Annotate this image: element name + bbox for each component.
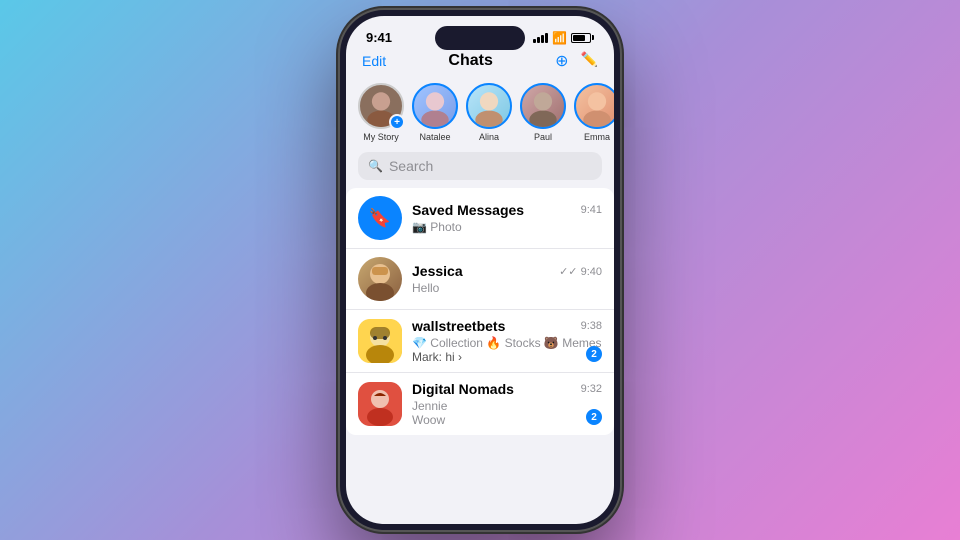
story-add-button[interactable]: + bbox=[389, 114, 405, 130]
chat-avatar-saved: 🔖 bbox=[358, 196, 402, 240]
chat-header-digital-nomads: Digital Nomads 9:32 bbox=[412, 381, 602, 397]
page-title: Chats bbox=[448, 52, 492, 70]
story-label-natalee: Natalee bbox=[419, 132, 450, 142]
edit-button[interactable]: Edit bbox=[362, 53, 386, 69]
chat-avatar-digital-nomads bbox=[358, 382, 402, 426]
dynamic-island bbox=[435, 26, 525, 50]
chat-preview-wallstreetbets-line1: 💎 Collection 🔥 Stocks 🐻 Memes... bbox=[412, 336, 602, 350]
chat-preview-digital-nomads-line2: Woow bbox=[412, 413, 602, 427]
chat-preview-jessica: Hello bbox=[412, 281, 602, 295]
chat-time-jessica: ✓✓ 9:40 bbox=[559, 265, 602, 278]
chat-preview-wallstreetbets-line2: Mark: hi › bbox=[412, 350, 602, 364]
story-item-paul[interactable]: Paul bbox=[520, 83, 566, 142]
story-avatar-natalee bbox=[412, 83, 458, 129]
story-avatar-wrap-paul bbox=[520, 83, 566, 129]
story-avatar-wrap-alina bbox=[466, 83, 512, 129]
chat-list: 🔖 Saved Messages 9:41 📷 Photo bbox=[346, 188, 614, 435]
chat-item-saved-messages[interactable]: 🔖 Saved Messages 9:41 📷 Photo bbox=[346, 188, 614, 249]
chat-header-wallstreetbets: wallstreetbets 9:38 bbox=[412, 318, 602, 334]
story-avatar-alina bbox=[466, 83, 512, 129]
chat-avatar-wallstreetbets bbox=[358, 319, 402, 363]
chat-content-wallstreetbets: wallstreetbets 9:38 💎 Collection 🔥 Stock… bbox=[412, 318, 602, 364]
battery-icon bbox=[571, 33, 594, 43]
phone-screen: 9:41 📶 Edit Chats bbox=[346, 16, 614, 524]
status-icons: 📶 bbox=[533, 31, 594, 45]
story-label-my-story: My Story bbox=[363, 132, 399, 142]
story-item-alina[interactable]: Alina bbox=[466, 83, 512, 142]
chat-name-saved: Saved Messages bbox=[412, 202, 524, 218]
chat-preview-saved: 📷 Photo bbox=[412, 220, 602, 234]
add-chat-icon[interactable]: ⊕ bbox=[555, 51, 568, 71]
wifi-icon: 📶 bbox=[552, 31, 567, 45]
story-label-emma: Emma bbox=[584, 132, 610, 142]
chat-item-jessica[interactable]: Jessica ✓✓ 9:40 Hello bbox=[346, 249, 614, 310]
story-avatar-paul bbox=[520, 83, 566, 129]
chat-content-saved: Saved Messages 9:41 📷 Photo bbox=[412, 202, 602, 234]
story-avatar-wrap-emma bbox=[574, 83, 614, 129]
chat-time-wallstreetbets: 9:38 bbox=[581, 320, 602, 332]
chat-header-jessica: Jessica ✓✓ 9:40 bbox=[412, 263, 602, 279]
chat-avatar-jessica bbox=[358, 257, 402, 301]
story-avatar-wrap-my-story: + bbox=[358, 83, 404, 129]
chat-name-wallstreetbets: wallstreetbets bbox=[412, 318, 505, 334]
story-label-paul: Paul bbox=[534, 132, 552, 142]
story-item-natalee[interactable]: Natalee bbox=[412, 83, 458, 142]
nav-bar: Edit Chats ⊕ ✏️ bbox=[346, 49, 614, 77]
chat-time-saved: 9:41 bbox=[581, 204, 602, 216]
compose-icon[interactable]: ✏️ bbox=[581, 51, 598, 71]
story-avatar-wrap-natalee bbox=[412, 83, 458, 129]
phone-frame: 9:41 📶 Edit Chats bbox=[340, 10, 620, 530]
signal-icon bbox=[533, 33, 548, 43]
search-placeholder: Search bbox=[389, 158, 433, 174]
story-item-my-story[interactable]: + My Story bbox=[358, 83, 404, 142]
badge-digital-nomads: 2 bbox=[586, 409, 602, 425]
status-time: 9:41 bbox=[366, 30, 392, 45]
story-label-alina: Alina bbox=[479, 132, 499, 142]
chat-name-digital-nomads: Digital Nomads bbox=[412, 381, 514, 397]
chat-name-jessica: Jessica bbox=[412, 263, 463, 279]
chat-content-jessica: Jessica ✓✓ 9:40 Hello bbox=[412, 263, 602, 295]
search-icon: 🔍 bbox=[368, 159, 383, 173]
chat-header-saved: Saved Messages 9:41 bbox=[412, 202, 602, 218]
phone-wrapper: 9:41 📶 Edit Chats bbox=[340, 10, 620, 530]
chat-preview-digital-nomads-line1: Jennie bbox=[412, 399, 602, 413]
badge-wallstreetbets: 2 bbox=[586, 346, 602, 362]
story-avatar-emma bbox=[574, 83, 614, 129]
chat-item-wallstreetbets[interactable]: wallstreetbets 9:38 💎 Collection 🔥 Stock… bbox=[346, 310, 614, 373]
chat-content-digital-nomads: Digital Nomads 9:32 Jennie Woow bbox=[412, 381, 602, 427]
stories-row: + My Story Natalee bbox=[346, 77, 614, 152]
chat-item-digital-nomads[interactable]: Digital Nomads 9:32 Jennie Woow 2 bbox=[346, 373, 614, 435]
nav-actions: ⊕ ✏️ bbox=[555, 51, 598, 71]
story-item-emma[interactable]: Emma bbox=[574, 83, 614, 142]
search-bar[interactable]: 🔍 Search bbox=[358, 152, 602, 180]
chat-time-digital-nomads: 9:32 bbox=[581, 383, 602, 395]
